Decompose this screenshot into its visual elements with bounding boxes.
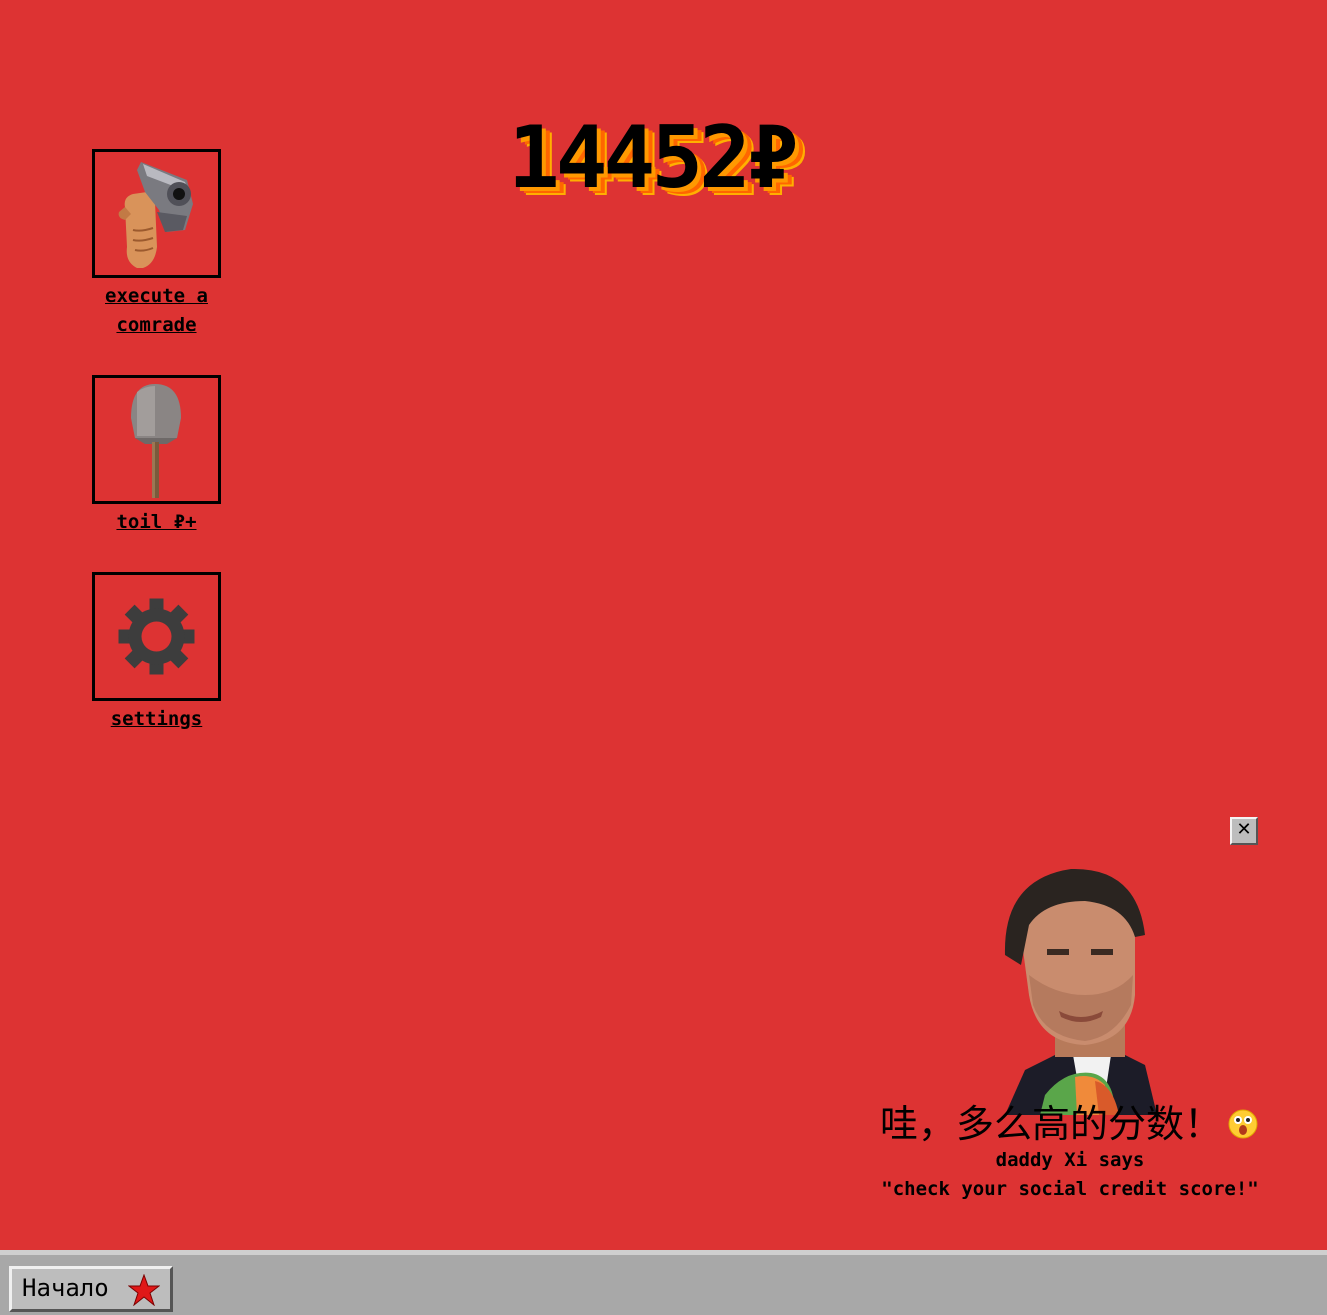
popup-headline: 哇，多么高的分数！ [880,1098,1260,1150]
toil-label[interactable]: toil ₽+ [92,508,221,537]
start-label: Начало [22,1274,109,1302]
gear-icon [118,598,195,675]
pistol-hand-icon [118,162,193,268]
desktop-icon-settings[interactable]: settings [92,572,221,734]
toil-icon-frame[interactable] [92,375,221,504]
popup-headline-text: 哇，多么高的分数！ [880,1102,1223,1146]
settings-label[interactable]: settings [92,705,221,734]
desktop-icon-execute[interactable]: execute a comrade [92,149,221,340]
execute-icon-frame[interactable] [92,149,221,278]
desktop: 14452₽ execute a comrade toil ₽+ setting… [0,0,1327,1250]
settings-icon-frame[interactable] [92,572,221,701]
taskbar: Начало [0,1250,1327,1315]
astonished-face-icon [1228,1109,1258,1139]
xi-portrait-image [1004,868,1157,1115]
start-button[interactable]: Начало [9,1266,173,1312]
popup-message: daddy Xi says "check your social credit … [870,1146,1270,1204]
popup-line-2: "check your social credit score!" [881,1178,1259,1200]
red-star-icon [128,1274,160,1306]
score-display: 14452₽ [508,108,799,208]
popup-close-button[interactable]: ✕ [1230,817,1258,845]
popup-line-1: daddy Xi says [995,1149,1145,1171]
execute-label[interactable]: execute a comrade [92,282,221,340]
shovel-icon [131,384,181,498]
desktop-icon-toil[interactable]: toil ₽+ [92,375,221,537]
